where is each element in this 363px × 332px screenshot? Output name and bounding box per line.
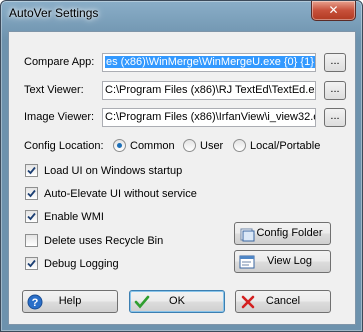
title-bar[interactable]: AutoVer Settings ✕ [1, 1, 362, 25]
close-button[interactable]: ✕ [311, 1, 356, 21]
checkbox-debug-logging[interactable] [25, 257, 38, 270]
compare-app-browse-button[interactable]: ... [324, 53, 346, 72]
image-viewer-browse-button[interactable]: ... [324, 108, 346, 127]
radio-user-label[interactable]: User [200, 140, 223, 152]
config-folder-button[interactable]: Config Folder [234, 222, 331, 245]
radio-common-label[interactable]: Common [130, 140, 175, 152]
view-log-button[interactable]: View Log [234, 250, 331, 273]
help-button[interactable]: ? Help [22, 290, 118, 313]
ok-button[interactable]: OK [129, 290, 225, 313]
checkmark-icon [27, 166, 36, 175]
text-viewer-label: Text Viewer: [24, 84, 84, 96]
radio-local-portable-label[interactable]: Local/Portable [250, 140, 320, 152]
compare-app-label: Compare App: [24, 56, 95, 68]
compare-app-field[interactable]: es (x86)\WinMerge\WinMergeU.exe {0} {1} [102, 53, 316, 72]
radio-common[interactable] [113, 139, 126, 152]
checkbox-enable-wmi-label[interactable]: Enable WMI [44, 211, 104, 223]
text-viewer-field[interactable]: C:\Program Files (x86)\RJ TextEd\TextEd.… [102, 81, 316, 100]
checkmark-icon [27, 212, 36, 221]
checkmark-icon [27, 189, 36, 198]
checkbox-auto-elevate[interactable] [25, 187, 38, 200]
dialog-body: Compare App: es (x86)\WinMerge\WinMergeU… [8, 31, 356, 325]
checkbox-load-ui-startup-label[interactable]: Load UI on Windows startup [44, 165, 182, 177]
checkmark-icon [27, 259, 36, 268]
checkbox-enable-wmi[interactable] [25, 210, 38, 223]
checkbox-delete-recycle-bin[interactable] [25, 234, 38, 247]
radio-local-portable[interactable] [233, 139, 246, 152]
image-viewer-field[interactable]: C:\Program Files (x86)\IrfanView\i_view3… [102, 108, 316, 127]
checkbox-load-ui-startup[interactable] [25, 164, 38, 177]
checkbox-auto-elevate-label[interactable]: Auto-Elevate UI without service [44, 188, 197, 200]
settings-window: AutoVer Settings ✕ Compare App: es (x86)… [0, 0, 363, 332]
text-viewer-browse-button[interactable]: ... [324, 81, 346, 100]
radio-user[interactable] [183, 139, 196, 152]
cancel-button[interactable]: Cancel [235, 290, 331, 313]
checkbox-debug-logging-label[interactable]: Debug Logging [44, 258, 119, 270]
image-viewer-label: Image Viewer: [24, 111, 95, 123]
close-icon: ✕ [328, 3, 339, 17]
config-location-label: Config Location: [24, 140, 104, 152]
window-title: AutoVer Settings [9, 6, 99, 20]
checkbox-delete-recycle-bin-label[interactable]: Delete uses Recycle Bin [44, 235, 163, 247]
